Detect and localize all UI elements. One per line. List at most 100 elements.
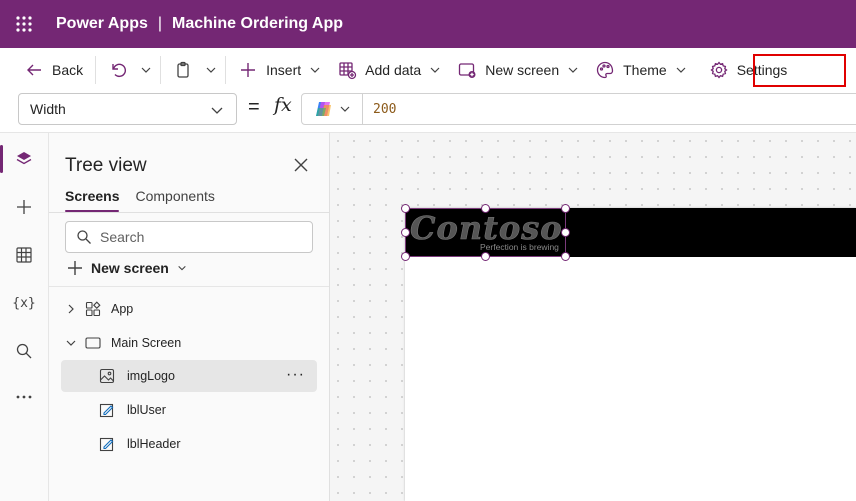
undo-button[interactable]	[100, 54, 136, 86]
active-indicator	[0, 145, 3, 173]
insert-label: Insert	[266, 62, 302, 78]
tree-tabs: Screens Components	[65, 188, 215, 212]
chevron-right-icon	[68, 304, 74, 314]
rail-more[interactable]	[0, 377, 48, 417]
tree-node-label: lblHeader	[127, 437, 181, 451]
chevron-down-icon	[568, 67, 578, 73]
more-options-icon[interactable]: ···	[286, 366, 305, 384]
back-arrow-icon	[27, 64, 41, 76]
app-icon	[85, 301, 101, 317]
resize-handle[interactable]	[561, 252, 570, 261]
label-icon	[99, 437, 114, 452]
theme-button[interactable]: Theme	[587, 54, 695, 86]
layers-icon	[16, 152, 32, 165]
divider	[49, 212, 329, 213]
selection-outline	[405, 208, 566, 257]
palette-icon	[597, 61, 614, 79]
close-icon[interactable]	[291, 155, 311, 175]
table-icon	[16, 247, 32, 263]
new-screen-label: New screen	[485, 62, 560, 78]
resize-handle[interactable]	[561, 204, 570, 213]
resize-handle[interactable]	[561, 228, 570, 237]
new-screen-link[interactable]: New screen	[67, 260, 187, 276]
title-bar: Power Apps | Machine Ordering App	[0, 0, 856, 48]
search-placeholder: Search	[100, 229, 145, 245]
divider	[49, 286, 329, 287]
new-screen-button[interactable]: New screen	[449, 54, 587, 86]
formula-bar: Width = fx 200	[0, 92, 856, 132]
tree-node-label: Main Screen	[111, 336, 182, 350]
new-screen-label: New screen	[91, 260, 169, 276]
theme-label: Theme	[623, 62, 667, 78]
rail-search[interactable]	[0, 331, 48, 371]
add-data-label: Add data	[365, 62, 422, 78]
label-icon	[99, 403, 114, 418]
back-button[interactable]: Back	[16, 54, 91, 86]
insert-button[interactable]: Insert	[230, 54, 329, 86]
product-name: Power Apps	[56, 15, 148, 32]
chevron-down-icon	[340, 106, 350, 112]
plus-icon	[17, 200, 31, 214]
rail-insert[interactable]	[0, 187, 48, 227]
paste-button[interactable]	[165, 54, 201, 86]
copilot-button[interactable]	[301, 93, 363, 125]
title-separator: |	[157, 15, 163, 32]
property-dropdown[interactable]: Width	[18, 93, 237, 125]
app-title: Power Apps | Machine Ordering App	[56, 15, 343, 33]
chevron-down-icon	[211, 107, 223, 114]
undo-icon	[112, 63, 127, 77]
chevron-down-icon	[141, 67, 151, 73]
plus-icon	[241, 63, 256, 77]
divider	[225, 56, 227, 84]
copilot-icon	[316, 102, 331, 116]
tree-node-app[interactable]: App	[61, 293, 317, 325]
chevron-down-icon	[676, 67, 686, 73]
tree-node-label: lblUser	[127, 403, 166, 417]
screen-icon	[85, 337, 101, 349]
tree-node-main-screen[interactable]: Main Screen	[61, 327, 317, 359]
search-input[interactable]: Search	[65, 221, 313, 253]
plus-icon	[68, 261, 82, 275]
image-icon	[99, 368, 115, 384]
equals-sign: =	[248, 96, 260, 118]
resize-handle[interactable]	[481, 252, 490, 261]
search-icon	[16, 343, 32, 359]
tree-node-imglogo[interactable]: imgLogo ···	[61, 360, 317, 392]
tree-node-label: App	[111, 302, 134, 316]
chevron-down-icon	[66, 340, 76, 346]
resize-handle[interactable]	[401, 204, 410, 213]
property-value: Width	[30, 101, 66, 117]
rail-variables[interactable]: {x}	[0, 283, 48, 323]
divider	[160, 56, 162, 84]
tab-screens[interactable]: Screens	[65, 188, 120, 212]
rail-data[interactable]	[0, 235, 48, 275]
tree-node-lblheader[interactable]: lblHeader	[61, 428, 317, 460]
resize-handle[interactable]	[481, 204, 490, 213]
tab-components[interactable]: Components	[135, 188, 214, 212]
tree-view-panel: Tree view Screens Components Search New …	[49, 132, 330, 501]
undo-dropdown[interactable]	[136, 54, 156, 86]
tree-node-label: imgLogo	[127, 369, 175, 383]
tree-node-lbluser[interactable]: lblUser	[61, 394, 317, 426]
clipboard-icon	[177, 61, 189, 78]
formula-input[interactable]: 200	[362, 93, 856, 125]
back-label: Back	[52, 62, 84, 78]
paste-dropdown[interactable]	[201, 54, 221, 86]
more-icon	[16, 395, 32, 399]
chevron-down-icon	[310, 67, 320, 73]
chevron-down-icon	[430, 67, 440, 73]
command-bar: Back Insert Add data New screen Theme Se…	[0, 48, 856, 92]
rail-tree-view[interactable]	[0, 139, 48, 179]
resize-handle[interactable]	[401, 252, 410, 261]
app-launcher-icon[interactable]	[0, 0, 48, 48]
add-data-button[interactable]: Add data	[329, 54, 449, 86]
divider	[95, 56, 97, 84]
left-rail: {x}	[0, 132, 49, 501]
chevron-down-icon	[206, 67, 216, 73]
resize-handle[interactable]	[401, 228, 410, 237]
settings-highlight	[753, 54, 846, 87]
app-name: Machine Ordering App	[172, 15, 344, 32]
new-screen-icon	[459, 63, 476, 78]
fx-icon: fx	[274, 94, 292, 116]
tree-view-title: Tree view	[65, 155, 147, 176]
